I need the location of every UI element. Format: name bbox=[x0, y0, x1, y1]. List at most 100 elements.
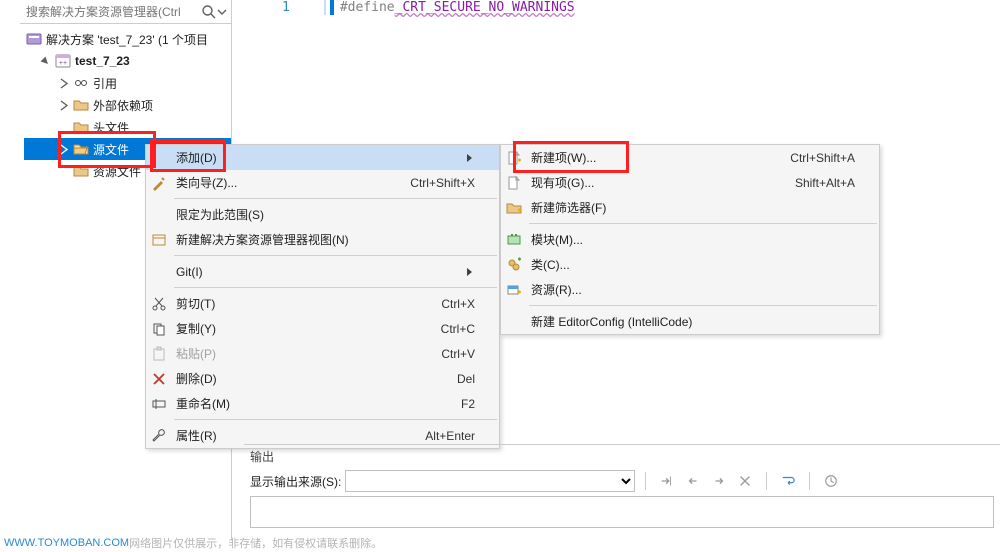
copy-icon bbox=[146, 316, 172, 341]
footer-watermark: WWW.TOYMOBAN.COM 网络图片仅供展示，非存储，如有侵权请联系删除。 bbox=[0, 534, 382, 552]
new-item-icon bbox=[501, 145, 527, 170]
menu-item-class-wizard[interactable]: 类向导(Z)... Ctrl+Shift+X bbox=[146, 170, 499, 195]
menu-item-module[interactable]: 模块(M)... bbox=[501, 227, 879, 252]
menu-shortcut: Ctrl+V bbox=[425, 347, 475, 361]
output-toolbar: 显示输出来源(S): bbox=[244, 468, 1000, 492]
blank-icon bbox=[146, 145, 172, 170]
blank-icon bbox=[146, 259, 172, 284]
menu-item-new-view[interactable]: 新建解决方案资源管理器视图(N) bbox=[146, 227, 499, 252]
expand-collapse-icon[interactable] bbox=[40, 56, 51, 67]
submenu-arrow-icon bbox=[465, 267, 475, 277]
menu-label: 模块(M)... bbox=[527, 231, 855, 248]
project-icon: ++ bbox=[55, 53, 71, 69]
output-source-select[interactable] bbox=[345, 470, 635, 492]
tree-node-label: 引用 bbox=[93, 75, 117, 92]
menu-shortcut: Ctrl+C bbox=[425, 322, 475, 336]
clear-all-icon[interactable] bbox=[734, 470, 756, 492]
folder-icon bbox=[73, 97, 89, 113]
class-icon bbox=[501, 252, 527, 277]
new-view-icon bbox=[146, 227, 172, 252]
menu-shortcut: F2 bbox=[445, 397, 475, 411]
menu-label: 类(C)... bbox=[527, 256, 855, 273]
menu-label: 属性(R) bbox=[172, 427, 409, 444]
existing-item-icon bbox=[501, 170, 527, 195]
menu-item-paste: 粘贴(P) Ctrl+V bbox=[146, 341, 499, 366]
delete-icon bbox=[146, 366, 172, 391]
tree-node-external-deps[interactable]: 外部依赖项 bbox=[24, 94, 231, 116]
output-textarea[interactable] bbox=[250, 496, 994, 528]
toolbar-separator bbox=[809, 472, 810, 490]
menu-label: 剪切(T) bbox=[172, 295, 425, 312]
menu-item-rename[interactable]: 重命名(M) F2 bbox=[146, 391, 499, 416]
toolbar-separator bbox=[766, 472, 767, 490]
menu-item-delete[interactable]: 删除(D) Del bbox=[146, 366, 499, 391]
wrench-icon bbox=[146, 423, 172, 448]
footer-site: WWW.TOYMOBAN.COM bbox=[4, 537, 129, 549]
menu-item-new-item[interactable]: 新建项(W)... Ctrl+Shift+A bbox=[501, 145, 879, 170]
resource-icon bbox=[501, 277, 527, 302]
project-node[interactable]: ++ test_7_23 bbox=[24, 50, 231, 72]
wizard-icon bbox=[146, 170, 172, 195]
references-icon bbox=[73, 75, 89, 91]
next-message-icon[interactable] bbox=[708, 470, 730, 492]
cut-icon bbox=[146, 291, 172, 316]
expand-collapse-icon[interactable] bbox=[58, 144, 69, 155]
search-input[interactable] bbox=[24, 4, 201, 20]
bookmark-strip-icon bbox=[324, 0, 326, 15]
folder-icon bbox=[73, 119, 89, 135]
output-source-label: 显示输出来源(S): bbox=[250, 473, 341, 490]
tree-node-label: 资源文件 bbox=[93, 163, 141, 180]
tree-node-references[interactable]: 引用 bbox=[24, 72, 231, 94]
expand-collapse-icon[interactable] bbox=[58, 100, 69, 111]
menu-label: 粘贴(P) bbox=[172, 345, 425, 362]
chevron-down-icon[interactable] bbox=[217, 4, 227, 20]
menu-item-existing-item[interactable]: 现有项(G)... Shift+Alt+A bbox=[501, 170, 879, 195]
goto-message-icon[interactable] bbox=[656, 470, 678, 492]
solution-label: 解决方案 'test_7_23' (1 个项目 bbox=[46, 31, 208, 48]
menu-item-git[interactable]: Git(I) bbox=[146, 259, 499, 284]
menu-label: 新建项(W)... bbox=[527, 149, 774, 166]
word-wrap-icon[interactable] bbox=[777, 470, 799, 492]
menu-item-add[interactable]: 添加(D) bbox=[146, 145, 499, 170]
timestamp-icon[interactable] bbox=[820, 470, 842, 492]
menu-label: Git(I) bbox=[172, 265, 465, 279]
expand-collapse-icon[interactable] bbox=[58, 78, 69, 89]
prev-message-icon[interactable] bbox=[682, 470, 704, 492]
menu-separator bbox=[529, 305, 877, 306]
menu-item-new-filter[interactable]: 新建筛选器(F) bbox=[501, 195, 879, 220]
tree-node-label: 头文件 bbox=[93, 119, 129, 136]
tree-node-label: 外部依赖项 bbox=[93, 97, 153, 114]
tree-node-header-files[interactable]: 头文件 bbox=[24, 116, 231, 138]
menu-separator bbox=[174, 287, 497, 288]
code-editor-line: 1 #define _CRT_SECURE_NO_WARNINGS bbox=[232, 0, 1000, 20]
context-menu-add: 添加(D) 类向导(Z)... Ctrl+Shift+X 限定为此范围(S) 新… bbox=[145, 144, 500, 449]
menu-label: 重命名(M) bbox=[172, 395, 445, 412]
menu-item-cut[interactable]: 剪切(T) Ctrl+X bbox=[146, 291, 499, 316]
menu-item-copy[interactable]: 复制(Y) Ctrl+C bbox=[146, 316, 499, 341]
rename-icon bbox=[146, 391, 172, 416]
output-panel: 输出 显示输出来源(S): bbox=[244, 444, 1000, 532]
menu-label: 新建解决方案资源管理器视图(N) bbox=[172, 231, 475, 248]
menu-shortcut: Del bbox=[441, 372, 475, 386]
menu-separator bbox=[174, 419, 497, 420]
folder-icon bbox=[73, 163, 89, 179]
menu-shortcut: Ctrl+Shift+X bbox=[394, 176, 475, 190]
menu-item-resource[interactable]: 资源(R)... bbox=[501, 277, 879, 302]
menu-shortcut: Shift+Alt+A bbox=[779, 176, 855, 190]
preproc-directive: #define bbox=[340, 0, 395, 15]
menu-shortcut: Alt+Enter bbox=[409, 429, 475, 443]
project-label: test_7_23 bbox=[75, 54, 130, 68]
blank-icon bbox=[146, 202, 172, 227]
menu-label: 删除(D) bbox=[172, 370, 441, 387]
solution-node[interactable]: 解决方案 'test_7_23' (1 个项目 bbox=[24, 28, 231, 50]
footer-text: 网络图片仅供展示，非存储，如有侵权请联系删除。 bbox=[129, 535, 382, 551]
menu-label: 资源(R)... bbox=[527, 281, 855, 298]
bookmark-strip-icon bbox=[330, 0, 334, 15]
menu-item-editorconfig[interactable]: 新建 EditorConfig (IntelliCode) bbox=[501, 309, 879, 334]
menu-item-scope[interactable]: 限定为此范围(S) bbox=[146, 202, 499, 227]
tree-node-label: 源文件 bbox=[93, 141, 129, 158]
menu-item-class[interactable]: 类(C)... bbox=[501, 252, 879, 277]
folder-open-icon bbox=[73, 141, 89, 157]
search-icon[interactable] bbox=[201, 4, 217, 20]
menu-separator bbox=[174, 198, 497, 199]
